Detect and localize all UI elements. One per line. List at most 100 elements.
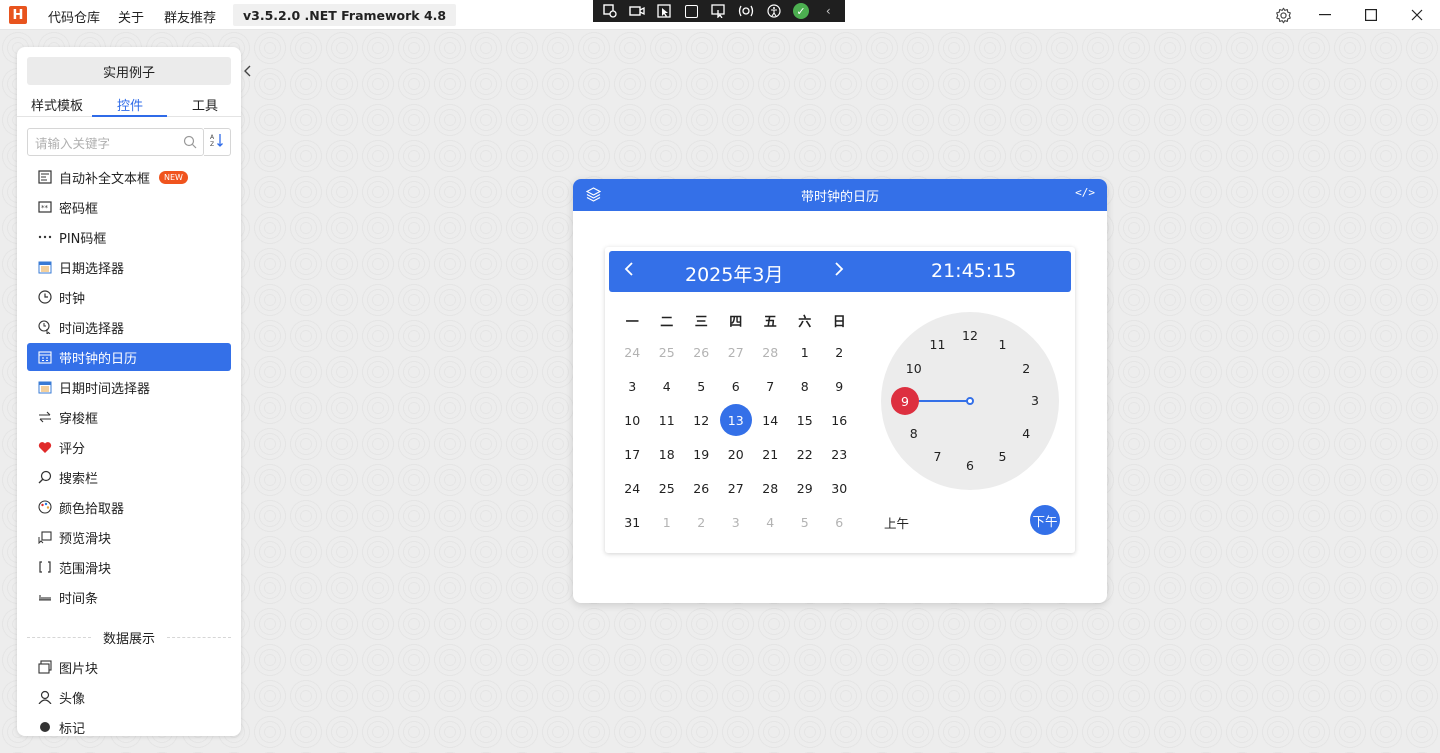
clock-number[interactable]: 11 [928, 337, 948, 353]
sidebar-item-color-picker[interactable]: 颜色拾取器 [27, 493, 231, 521]
check-ok-icon[interactable]: ✓ [790, 0, 811, 22]
day-cell[interactable]: 27 [719, 336, 754, 368]
day-cell[interactable]: 30 [822, 472, 857, 504]
clock-number[interactable]: 4 [1016, 426, 1036, 442]
day-cell[interactable]: 15 [788, 404, 823, 436]
clock-number[interactable]: 2 [1016, 361, 1036, 377]
day-cell[interactable]: 29 [788, 472, 823, 504]
clock-number[interactable]: 1 [993, 337, 1013, 353]
adorner-icon[interactable] [681, 0, 702, 22]
day-cell[interactable]: 25 [650, 336, 685, 368]
sidebar-item-preview-slider[interactable]: 预览滑块 [27, 523, 231, 551]
day-cell[interactable]: 6 [719, 370, 754, 402]
examples-button[interactable]: 实用例子 [27, 57, 231, 85]
next-month-button[interactable] [833, 260, 845, 283]
clock-face[interactable]: 12 1 2 3 4 5 6 7 8 9 10 11 [881, 312, 1059, 490]
search-icon[interactable] [183, 135, 197, 152]
day-cell[interactable]: 28 [753, 336, 788, 368]
month-label[interactable]: 2025年3月 [685, 260, 783, 287]
clock-number[interactable]: 8 [904, 426, 924, 442]
day-cell[interactable]: 19 [684, 438, 719, 470]
tab-style-templates[interactable]: 样式模板 [31, 95, 83, 114]
clock-selected-hour[interactable]: 9 [891, 387, 919, 415]
day-cell[interactable]: 27 [719, 472, 754, 504]
am-button[interactable]: 上午 [884, 513, 909, 532]
day-cell[interactable]: 9 [822, 370, 857, 402]
sidebar-item-search-bar[interactable]: 搜索栏 [27, 463, 231, 491]
day-cell[interactable]: 12 [684, 404, 719, 436]
sidebar-item-avatar[interactable]: 头像 [27, 683, 231, 711]
day-cell[interactable]: 14 [753, 404, 788, 436]
sidebar-item-pin[interactable]: PIN码框 [27, 223, 231, 251]
sidebar-item-time-picker[interactable]: 时间选择器 [27, 313, 231, 341]
minimize-button[interactable] [1302, 0, 1348, 30]
sidebar-item-date-picker[interactable]: 日期选择器 [27, 253, 231, 281]
day-cell[interactable]: 24 [615, 472, 650, 504]
day-cell[interactable]: 17 [615, 438, 650, 470]
tab-controls[interactable]: 控件 [117, 95, 143, 114]
clock-number[interactable]: 3 [1025, 393, 1045, 409]
sidebar-item-transfer[interactable]: 穿梭框 [27, 403, 231, 431]
track-focus-icon[interactable] [708, 0, 729, 22]
day-cell[interactable]: 5 [684, 370, 719, 402]
accessibility-icon[interactable] [763, 0, 784, 22]
select-element-icon[interactable] [654, 0, 675, 22]
day-cell[interactable]: 16 [822, 404, 857, 436]
collapse-panel-chevron-icon[interactable] [239, 60, 255, 82]
clock-number[interactable]: 5 [993, 449, 1013, 465]
day-cell[interactable]: 3 [719, 506, 754, 538]
day-cell[interactable]: 22 [788, 438, 823, 470]
hot-reload-icon[interactable] [736, 0, 757, 22]
day-cell[interactable]: 5 [788, 506, 823, 538]
day-cell[interactable]: 8 [788, 370, 823, 402]
sidebar-item-image-block[interactable]: 图片块 [27, 653, 231, 681]
day-cell[interactable]: 26 [684, 472, 719, 504]
sidebar-item-badge[interactable]: 标记 [27, 713, 231, 736]
menu-about[interactable]: 关于 [118, 7, 144, 26]
day-cell[interactable]: 11 [650, 404, 685, 436]
day-cell-selected[interactable]: 13 [719, 404, 754, 436]
sort-button[interactable]: AZ [204, 128, 231, 156]
day-cell[interactable]: 4 [753, 506, 788, 538]
day-cell[interactable]: 26 [684, 336, 719, 368]
sidebar-item-clock[interactable]: 时钟 [27, 283, 231, 311]
clock-number[interactable]: 6 [960, 458, 980, 474]
sidebar-item-calendar-clock[interactable]: 带时钟的日历 [27, 343, 231, 371]
sidebar-item-range-slider[interactable]: 范围滑块 [27, 553, 231, 581]
day-cell[interactable]: 2 [822, 336, 857, 368]
sidebar-item-datetime-picker[interactable]: 日期时间选择器 [27, 373, 231, 401]
day-cell[interactable]: 20 [719, 438, 754, 470]
sidebar-item-timebar[interactable]: 时间条 [27, 583, 231, 611]
sidebar-item-password[interactable]: ** 密码框 [27, 193, 231, 221]
day-cell[interactable]: 1 [650, 506, 685, 538]
sidebar-item-autocomplete[interactable]: 自动补全文本框 NEW [27, 163, 231, 191]
clock-number[interactable]: 10 [904, 361, 924, 377]
menu-recommend[interactable]: 群友推荐 [164, 7, 216, 26]
day-cell[interactable]: 1 [788, 336, 823, 368]
day-cell[interactable]: 6 [822, 506, 857, 538]
day-cell[interactable]: 2 [684, 506, 719, 538]
close-button[interactable] [1394, 0, 1440, 30]
tab-tools[interactable]: 工具 [192, 95, 218, 114]
clock-number[interactable]: 12 [960, 328, 980, 344]
prev-month-button[interactable] [623, 260, 635, 283]
search-input[interactable]: 请输入关键字 [27, 128, 204, 156]
day-cell[interactable]: 23 [822, 438, 857, 470]
live-tree-icon[interactable] [599, 0, 620, 22]
maximize-button[interactable] [1348, 0, 1394, 30]
day-cell[interactable]: 28 [753, 472, 788, 504]
day-cell[interactable]: 24 [615, 336, 650, 368]
day-cell[interactable]: 3 [615, 370, 650, 402]
collapse-toolbar-icon[interactable]: ‹ [818, 0, 839, 22]
pm-button[interactable]: 下午 [1030, 505, 1060, 535]
day-cell[interactable]: 10 [615, 404, 650, 436]
settings-gear-icon[interactable] [1272, 4, 1294, 26]
day-cell[interactable]: 7 [753, 370, 788, 402]
day-cell[interactable]: 4 [650, 370, 685, 402]
day-cell[interactable]: 18 [650, 438, 685, 470]
video-icon[interactable] [626, 0, 647, 22]
day-cell[interactable]: 31 [615, 506, 650, 538]
clock-number[interactable]: 7 [928, 449, 948, 465]
menu-code-repo[interactable]: 代码仓库 [48, 7, 100, 26]
sidebar-item-rating[interactable]: 评分 [27, 433, 231, 461]
